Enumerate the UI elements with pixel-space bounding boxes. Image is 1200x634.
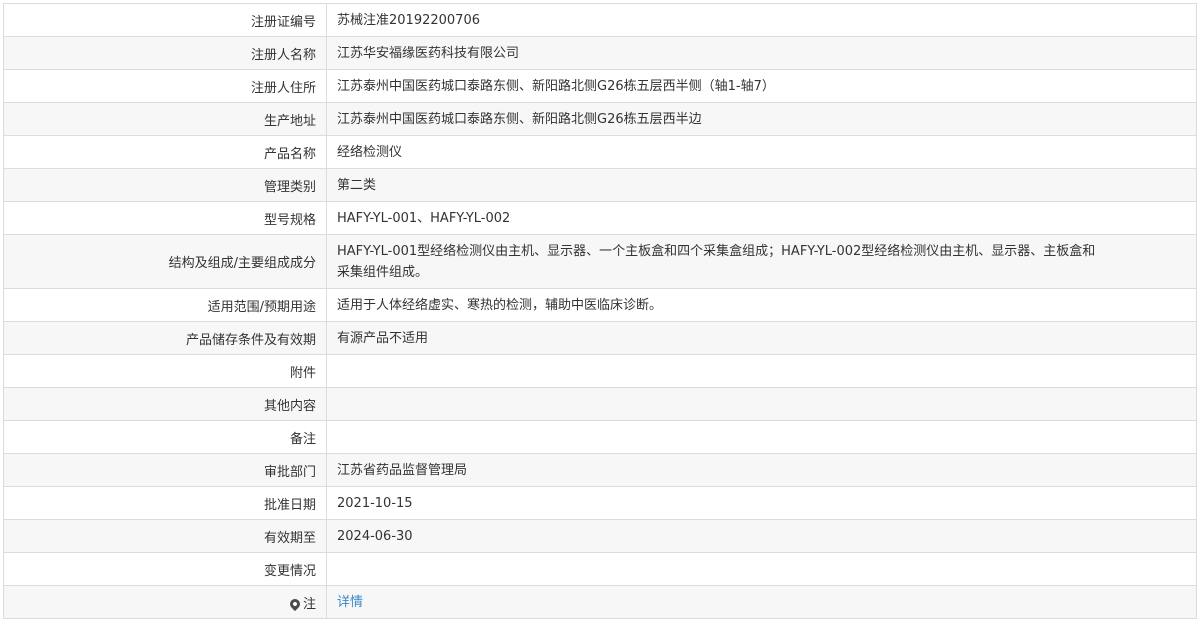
- field-value-line: 采集组件组成。: [337, 264, 429, 280]
- table-row-registrant-address: 注册人住所 江苏泰州中国医药城口泰路东侧、新阳路北侧G26栋五层西半侧（轴1-轴…: [3, 69, 1197, 103]
- table-row-valid-until: 有效期至 2024-06-30: [3, 519, 1197, 553]
- field-value: [326, 552, 1197, 586]
- table-row-management-category: 管理类别 第二类: [3, 168, 1197, 202]
- field-value: 江苏华安福缘医药科技有限公司: [326, 36, 1197, 70]
- field-label: 产品名称: [3, 135, 327, 169]
- note-label: 注: [302, 596, 316, 612]
- field-label: 备注: [3, 420, 327, 454]
- table-row-other-content: 其他内容: [3, 387, 1197, 421]
- field-label: 其他内容: [3, 387, 327, 421]
- table-row-change-status: 变更情况: [3, 552, 1197, 586]
- field-value: 江苏省药品监督管理局: [326, 453, 1197, 487]
- field-value: 江苏泰州中国医药城口泰路东侧、新阳路北侧G26栋五层西半边: [326, 102, 1197, 136]
- field-value: 2024-06-30: [326, 519, 1197, 553]
- field-value: [326, 354, 1197, 388]
- details-link[interactable]: 详情: [337, 595, 363, 610]
- field-label: 注: [3, 585, 327, 619]
- table-row-registration-number: 注册证编号 苏械注准20192200706: [3, 3, 1197, 37]
- field-label: 型号规格: [3, 201, 327, 235]
- field-label: 注册证编号: [3, 3, 327, 37]
- table-row-note: 注 详情: [3, 585, 1197, 619]
- table-row-remarks: 备注: [3, 420, 1197, 454]
- field-value: 2021-10-15: [326, 486, 1197, 520]
- table-row-storage-validity: 产品储存条件及有效期 有源产品不适用: [3, 321, 1197, 355]
- field-value: 适用于人体经络虚实、寒热的检测，辅助中医临床诊断。: [326, 288, 1197, 322]
- field-label: 变更情况: [3, 552, 327, 586]
- field-value: [326, 387, 1197, 421]
- table-row-model-spec: 型号规格 HAFY-YL-001、HAFY-YL-002: [3, 201, 1197, 235]
- field-value-line: HAFY-YL-001型经络检测仪由主机、显示器、一个主板盒和四个采集盒组成；H…: [337, 243, 1096, 259]
- table-row-approval-department: 审批部门 江苏省药品监督管理局: [3, 453, 1197, 487]
- field-value: 详情: [326, 585, 1197, 619]
- field-label: 产品储存条件及有效期: [3, 321, 327, 355]
- table-row-approval-date: 批准日期 2021-10-15: [3, 486, 1197, 520]
- field-label: 有效期至: [3, 519, 327, 553]
- field-label: 注册人名称: [3, 36, 327, 70]
- registration-record-table: 注册证编号 苏械注准20192200706 注册人名称 江苏华安福缘医药科技有限…: [3, 3, 1197, 619]
- table-row-structure-composition: 结构及组成/主要组成成分 HAFY-YL-001型经络检测仪由主机、显示器、一个…: [3, 234, 1197, 289]
- field-label: 管理类别: [3, 168, 327, 202]
- field-value: HAFY-YL-001、HAFY-YL-002: [326, 201, 1197, 235]
- field-value: 有源产品不适用: [326, 321, 1197, 355]
- table-row-attachment: 附件: [3, 354, 1197, 388]
- field-label: 批准日期: [3, 486, 327, 520]
- field-value: 苏械注准20192200706: [326, 3, 1197, 37]
- field-value: 江苏泰州中国医药城口泰路东侧、新阳路北侧G26栋五层西半侧（轴1-轴7）: [326, 69, 1197, 103]
- table-row-production-address: 生产地址 江苏泰州中国医药城口泰路东侧、新阳路北侧G26栋五层西半边: [3, 102, 1197, 136]
- field-value: 经络检测仪: [326, 135, 1197, 169]
- field-label: 附件: [3, 354, 327, 388]
- field-value: 第二类: [326, 168, 1197, 202]
- field-label: 适用范围/预期用途: [3, 288, 327, 322]
- map-pin-icon: [287, 596, 303, 611]
- field-value: HAFY-YL-001型经络检测仪由主机、显示器、一个主板盒和四个采集盒组成；H…: [326, 234, 1197, 289]
- field-label: 审批部门: [3, 453, 327, 487]
- table-row-product-name: 产品名称 经络检测仪: [3, 135, 1197, 169]
- field-label: 生产地址: [3, 102, 327, 136]
- table-row-registrant-name: 注册人名称 江苏华安福缘医药科技有限公司: [3, 36, 1197, 70]
- field-label: 结构及组成/主要组成成分: [3, 234, 327, 289]
- table-row-intended-use: 适用范围/预期用途 适用于人体经络虚实、寒热的检测，辅助中医临床诊断。: [3, 288, 1197, 322]
- field-value: [326, 420, 1197, 454]
- field-label: 注册人住所: [3, 69, 327, 103]
